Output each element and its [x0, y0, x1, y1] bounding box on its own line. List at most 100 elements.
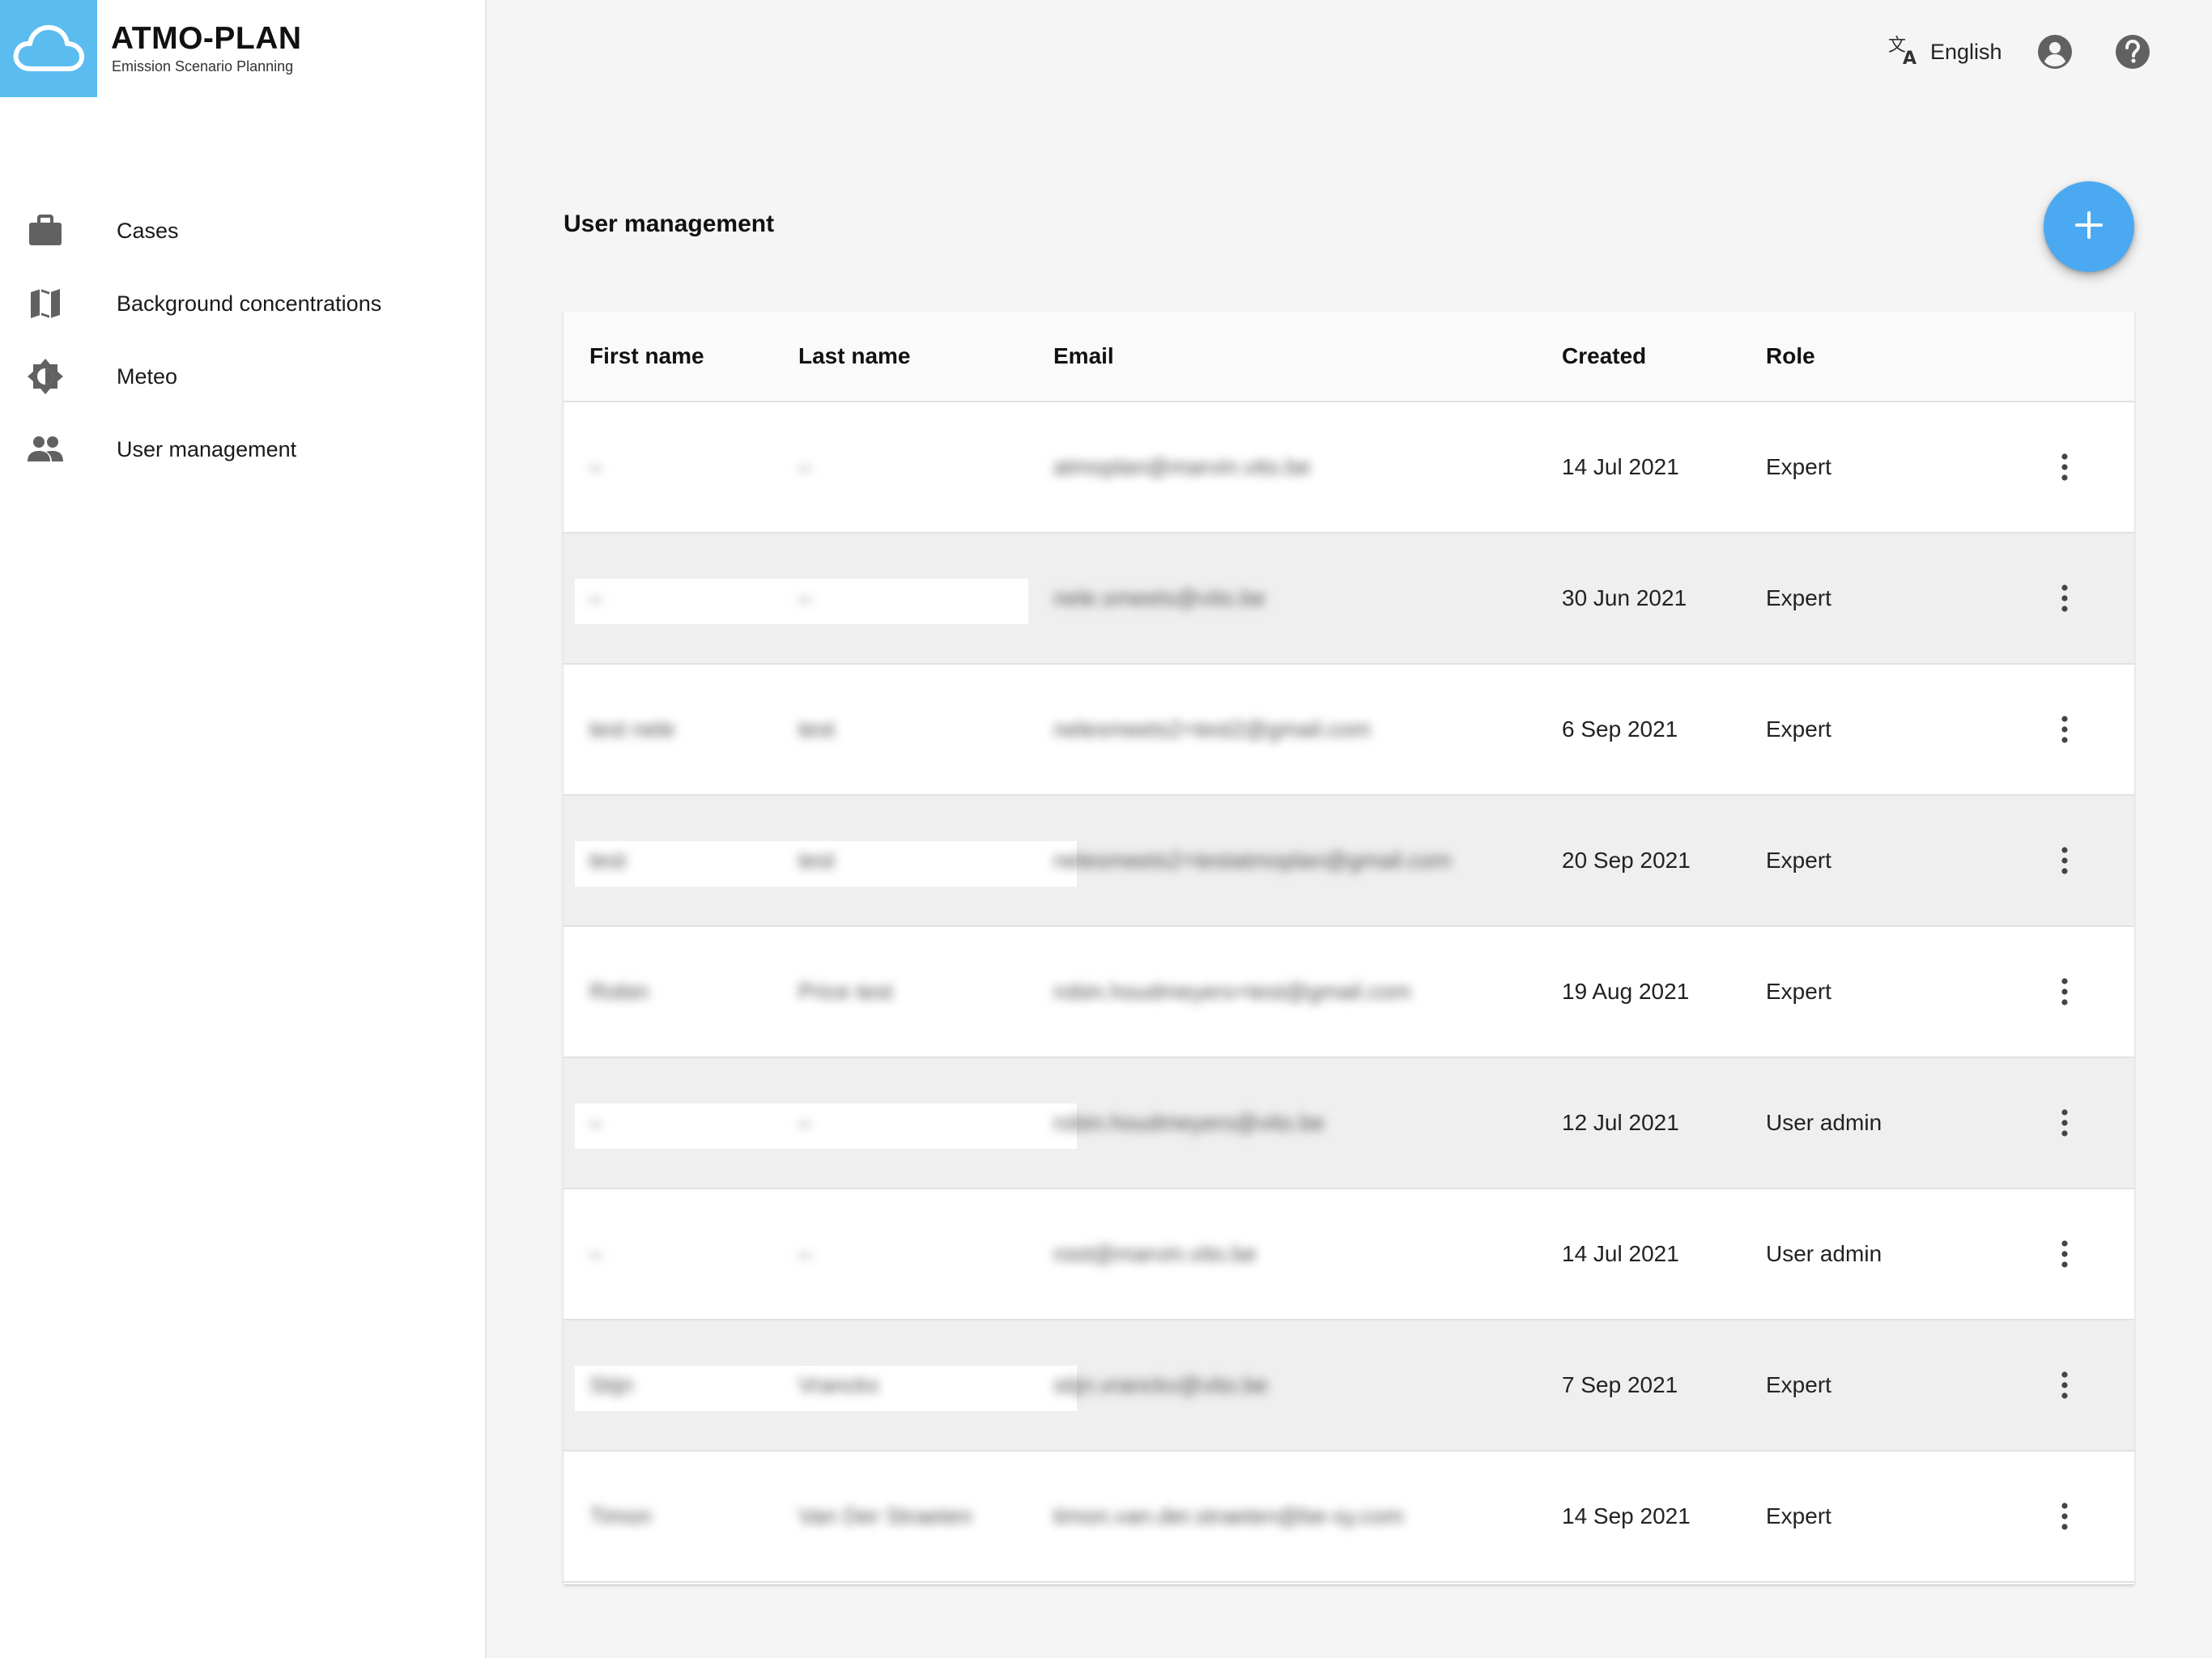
column-header-email[interactable]: Email [1053, 343, 1114, 369]
first-name-cell: – [589, 454, 602, 479]
column-header-last-name[interactable]: Last name [798, 343, 911, 369]
last-name-cell: Price test [798, 979, 893, 1004]
help-icon[interactable] [2112, 31, 2154, 73]
first-name-cell: test nele [589, 716, 675, 742]
more-vert-icon [2061, 1371, 2068, 1399]
column-header-role[interactable]: Role [1766, 343, 1815, 369]
last-name-cell: Vranckx [798, 1372, 880, 1397]
last-name-cell: test [798, 848, 836, 873]
last-name-cell: – [798, 1110, 811, 1135]
account-circle-icon[interactable] [2034, 31, 2076, 73]
briefcase-icon [23, 208, 68, 253]
sidebar-item-label: Background concentrations [117, 291, 382, 316]
email-cell: nelesmeets2+testatmoplan@gmail.com [1053, 848, 1452, 873]
language-label: English [1930, 39, 2002, 64]
first-name-cell: Stijn [589, 1372, 634, 1397]
email-cell: stijn.vranckx@vito.be [1053, 1372, 1268, 1397]
last-name-cell: – [798, 585, 811, 610]
first-name-cell: – [589, 1110, 602, 1135]
row-menu-button[interactable] [2045, 1103, 2084, 1142]
last-name-cell: Van Der Straeten [798, 1503, 972, 1528]
row-menu-button[interactable] [2045, 1235, 2084, 1273]
brand-name: ATMO-PLAN [111, 21, 302, 56]
table-header: First name Last name Email Created Role [564, 312, 2134, 402]
users-table: First name Last name Email Created Role … [564, 312, 2134, 1584]
more-vert-icon [2061, 1109, 2068, 1137]
role-cell: Expert [1766, 979, 1831, 1004]
more-vert-icon [2061, 585, 2068, 612]
role-cell: Expert [1766, 1372, 1831, 1397]
email-cell: nelesmeets2+test2@gmail.com [1053, 716, 1371, 742]
more-vert-icon [2061, 847, 2068, 874]
row-menu-button[interactable] [2045, 448, 2084, 487]
more-vert-icon [2061, 1503, 2068, 1530]
sidebar-item-cases[interactable]: Cases [0, 194, 487, 267]
svg-text:A: A [1903, 49, 1916, 67]
table-row[interactable]: Robin Price test robin.houdmeyers+test@g… [564, 927, 2134, 1058]
table-row[interactable]: – – atmoplan@marvin.vito.be 14 Jul 2021 … [564, 402, 2134, 534]
more-vert-icon [2061, 453, 2068, 481]
column-header-created[interactable]: Created [1562, 343, 1646, 369]
created-cell: 20 Sep 2021 [1562, 848, 1691, 873]
sidebar-item-user-management[interactable]: User management [0, 413, 487, 486]
email-cell: root@marvin.vito.be [1053, 1241, 1257, 1266]
column-header-first-name[interactable]: First name [589, 343, 704, 369]
email-cell: robin.houdmeyers@vito.be [1053, 1110, 1325, 1135]
table-row[interactable]: Stijn Vranckx stijn.vranckx@vito.be 7 Se… [564, 1320, 2134, 1452]
language-selector[interactable]: 文 A English [1887, 31, 2002, 73]
created-cell: 30 Jun 2021 [1562, 585, 1687, 610]
first-name-cell: Robin [589, 979, 649, 1004]
row-menu-button[interactable] [2045, 972, 2084, 1011]
brand-subtitle: Emission Scenario Planning [112, 58, 294, 74]
sidebar-item-background-concentrations[interactable]: Background concentrations [0, 267, 487, 340]
table-row[interactable]: – – nele.smeets@vito.be 30 Jun 2021 Expe… [564, 534, 2134, 665]
table-row[interactable]: test test nelesmeets2+testatmoplan@gmail… [564, 796, 2134, 927]
sidebar-nav: Cases Background concentrations Meteo Us… [0, 194, 487, 486]
row-menu-button[interactable] [2045, 841, 2084, 880]
row-menu-button[interactable] [2045, 579, 2084, 618]
table-row[interactable]: test nele test nelesmeets2+test2@gmail.c… [564, 665, 2134, 796]
row-menu-button[interactable] [2045, 1366, 2084, 1405]
brand[interactable]: ATMO-PLAN Emission Scenario Planning [0, 0, 487, 97]
created-cell: 19 Aug 2021 [1562, 979, 1690, 1004]
table-row[interactable]: – – root@marvin.vito.be 14 Jul 2021 User… [564, 1189, 2134, 1320]
email-cell: robin.houdmeyers+test@gmail.com [1053, 979, 1411, 1004]
email-cell: atmoplan@marvin.vito.be [1053, 454, 1311, 479]
role-cell: Expert [1766, 848, 1831, 873]
sidebar: ATMO-PLAN Emission Scenario Planning Cas… [0, 0, 487, 1658]
plus-icon [2075, 210, 2103, 243]
row-menu-button[interactable] [2045, 710, 2084, 749]
cloud-logo-icon [0, 0, 97, 97]
sidebar-item-label: Meteo [117, 363, 178, 389]
page-title: User management [564, 210, 775, 237]
email-cell: timon.van.der.straeten@be-sy.com [1053, 1503, 1404, 1528]
role-cell: User admin [1766, 1110, 1882, 1135]
table-row[interactable]: – – robin.houdmeyers@vito.be 12 Jul 2021… [564, 1058, 2134, 1189]
role-cell: Expert [1766, 585, 1831, 610]
created-cell: 12 Jul 2021 [1562, 1110, 1679, 1135]
more-vert-icon [2061, 1240, 2068, 1268]
email-cell: nele.smeets@vito.be [1053, 585, 1266, 610]
table-row[interactable]: Timon Van Der Straeten timon.van.der.str… [564, 1452, 2134, 1583]
role-cell: Expert [1766, 716, 1831, 742]
sidebar-item-label: User management [117, 436, 297, 461]
add-user-button[interactable] [2044, 181, 2134, 272]
last-name-cell: test [798, 716, 836, 742]
row-menu-button[interactable] [2045, 1497, 2084, 1536]
role-cell: Expert [1766, 1503, 1831, 1528]
row-highlight [575, 1103, 1077, 1149]
first-name-cell: – [589, 585, 602, 610]
role-cell: Expert [1766, 454, 1831, 479]
last-name-cell: – [798, 1241, 811, 1266]
people-icon [23, 427, 68, 472]
created-cell: 6 Sep 2021 [1562, 716, 1678, 742]
sidebar-item-label: Cases [117, 218, 179, 243]
more-vert-icon [2061, 716, 2068, 743]
last-name-cell: – [798, 454, 811, 479]
sidebar-item-meteo[interactable]: Meteo [0, 340, 487, 413]
created-cell: 14 Jul 2021 [1562, 454, 1679, 479]
role-cell: User admin [1766, 1241, 1882, 1266]
created-cell: 14 Sep 2021 [1562, 1503, 1691, 1528]
translate-icon: 文 A [1887, 33, 1921, 71]
table-body: – – atmoplan@marvin.vito.be 14 Jul 2021 … [564, 402, 2134, 1583]
